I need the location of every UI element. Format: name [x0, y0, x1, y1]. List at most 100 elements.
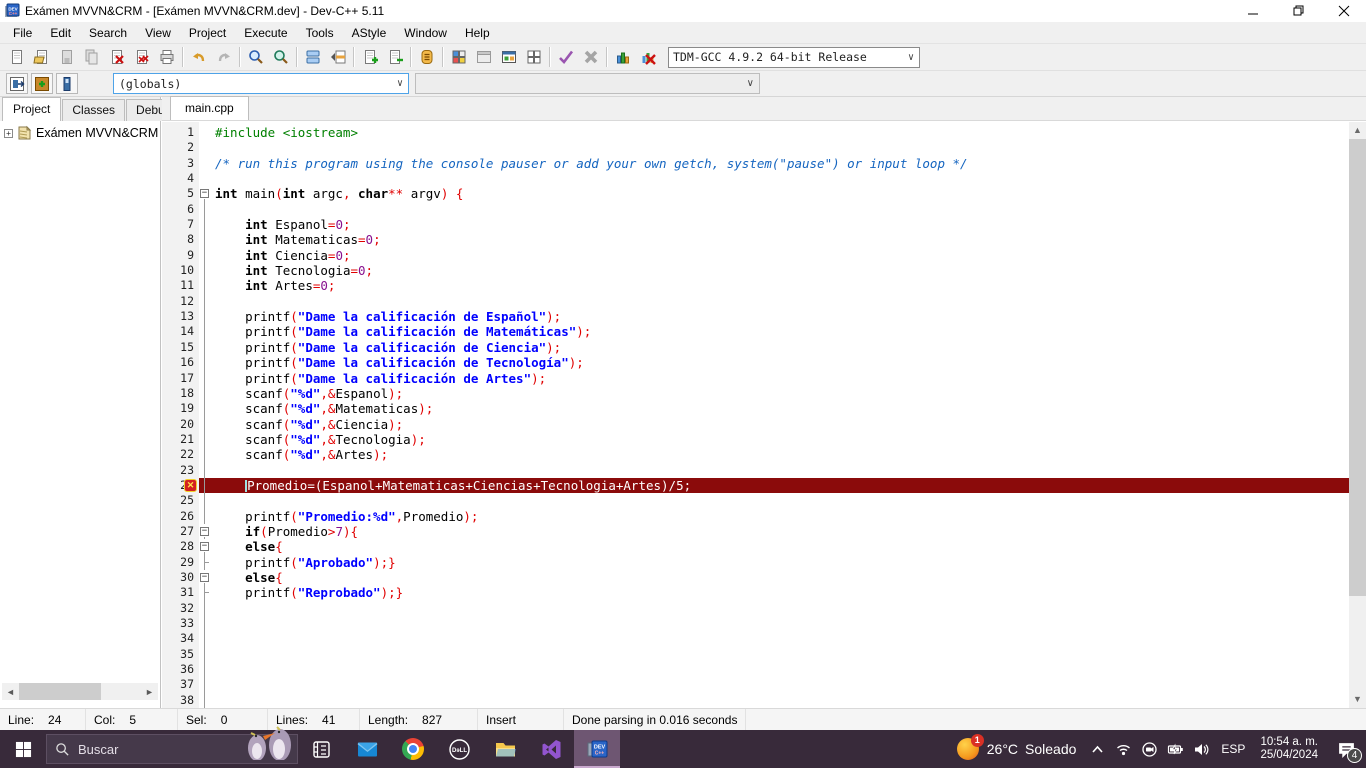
code-line[interactable]: 12 [162, 294, 1349, 309]
fold-toggle-icon[interactable]: − [199, 539, 212, 554]
taskbar-dell-button[interactable]: DɘLL [436, 730, 482, 768]
code-line[interactable]: 6 [162, 202, 1349, 217]
redo-icon[interactable] [211, 46, 236, 69]
code-line[interactable]: 9 int Ciencia=0; [162, 248, 1349, 263]
members-select[interactable]: ∨ [415, 73, 760, 94]
clock-widget[interactable]: 10:54 a. m. 25/04/2024 [1252, 736, 1326, 762]
code-line[interactable]: 23 [162, 463, 1349, 478]
scroll-left-icon[interactable]: ◄ [2, 687, 19, 697]
taskbar-dev-cpp-button[interactable]: DEVC++ [574, 730, 620, 768]
compile-run-icon[interactable] [496, 46, 521, 69]
code-line[interactable]: 10 int Tecnologia=0; [162, 263, 1349, 278]
fold-toggle-icon[interactable]: − [199, 186, 212, 201]
save-all-icon[interactable] [79, 46, 104, 69]
code-line[interactable]: 27− if(Promedio>7){ [162, 524, 1349, 539]
chevron-up-icon[interactable] [1084, 730, 1110, 768]
code-line-error[interactable]: 24✕ Promedio=(Espanol+Matematicas+Cienci… [162, 478, 1349, 493]
menu-edit[interactable]: Edit [41, 23, 80, 43]
menu-execute[interactable]: Execute [235, 23, 296, 43]
project-panel-hscrollbar[interactable]: ◄ ► [2, 683, 158, 700]
code-line[interactable]: 4 [162, 171, 1349, 186]
code-line[interactable]: 18 scanf("%d",&Espanol); [162, 386, 1349, 401]
goto-definition-icon[interactable] [31, 73, 53, 94]
battery-icon[interactable] [1162, 730, 1188, 768]
code-line[interactable]: 13 printf("Dame la calificación de Españ… [162, 309, 1349, 324]
hscroll-thumb[interactable] [19, 683, 101, 700]
abort-icon[interactable] [578, 46, 603, 69]
add-to-project-icon[interactable] [357, 46, 382, 69]
code-line[interactable]: 20 scanf("%d",&Ciencia); [162, 417, 1349, 432]
meet-now-icon[interactable] [1136, 730, 1162, 768]
vscroll-thumb[interactable] [1349, 139, 1366, 596]
code-line[interactable]: 33 [162, 616, 1349, 631]
code-line[interactable]: 31 printf("Reprobado");} [162, 585, 1349, 600]
compiler-select[interactable]: TDM-GCC 4.9.2 64-bit Release ∨ [668, 47, 920, 68]
code-line[interactable]: 17 printf("Dame la calificación de Artes… [162, 371, 1349, 386]
scroll-right-icon[interactable]: ► [141, 687, 158, 697]
goto-declaration-icon[interactable] [6, 73, 28, 94]
save-icon[interactable] [54, 46, 79, 69]
code-line[interactable]: 16 printf("Dame la calificación de Tecno… [162, 355, 1349, 370]
code-line[interactable]: 29 printf("Aprobado");} [162, 555, 1349, 570]
menu-project[interactable]: Project [180, 23, 235, 43]
view-units-icon[interactable] [325, 46, 350, 69]
run-icon[interactable] [471, 46, 496, 69]
minimize-button[interactable] [1231, 0, 1276, 22]
code-line[interactable]: 21 scanf("%d",&Tecnologia); [162, 432, 1349, 447]
notification-center-button[interactable]: 4 [1326, 730, 1366, 768]
close-all-icon[interactable] [129, 46, 154, 69]
print-icon[interactable] [154, 46, 179, 69]
taskbar-task-view-button[interactable] [298, 730, 344, 768]
menu-view[interactable]: View [136, 23, 180, 43]
menu-help[interactable]: Help [456, 23, 499, 43]
code-line[interactable]: 22 scanf("%d",&Artes); [162, 447, 1349, 462]
code-line[interactable]: 25 [162, 493, 1349, 508]
volume-icon[interactable] [1188, 730, 1214, 768]
project-properties-icon[interactable] [414, 46, 439, 69]
code-line[interactable]: 28− else{ [162, 539, 1349, 554]
code-line[interactable]: 32 [162, 601, 1349, 616]
taskbar-file-explorer-button[interactable] [482, 730, 528, 768]
code-line[interactable]: 26 printf("Promedio:%d",Promedio); [162, 509, 1349, 524]
syntax-check-icon[interactable] [553, 46, 578, 69]
menu-file[interactable]: File [4, 23, 41, 43]
code-editor[interactable]: 1#include <iostream>23/* run this progra… [162, 122, 1349, 708]
new-file-icon[interactable] [4, 46, 29, 69]
tab-project[interactable]: Project [2, 97, 61, 121]
code-line[interactable]: 14 printf("Dame la calificación de Matem… [162, 324, 1349, 339]
close-file-icon[interactable] [104, 46, 129, 69]
code-line[interactable]: 34 [162, 631, 1349, 646]
code-line[interactable]: 8 int Matematicas=0; [162, 232, 1349, 247]
find-icon[interactable] [243, 46, 268, 69]
code-line[interactable]: 2 [162, 140, 1349, 155]
code-line[interactable]: 38 [162, 693, 1349, 708]
profile-icon[interactable] [610, 46, 635, 69]
fold-toggle-icon[interactable]: − [199, 524, 212, 539]
replace-icon[interactable] [268, 46, 293, 69]
code-line[interactable]: 1#include <iostream> [162, 125, 1349, 140]
menu-search[interactable]: Search [80, 23, 136, 43]
compile-icon[interactable] [446, 46, 471, 69]
undo-icon[interactable] [186, 46, 211, 69]
menu-astyle[interactable]: AStyle [343, 23, 396, 43]
code-line[interactable]: 35 [162, 647, 1349, 662]
tree-expander-icon[interactable]: + [4, 129, 13, 138]
menu-window[interactable]: Window [395, 23, 456, 43]
tab-main-cpp[interactable]: main.cpp [170, 96, 249, 120]
restore-button[interactable] [1276, 0, 1321, 22]
taskbar-visual-studio-button[interactable] [528, 730, 574, 768]
goto-bookmark-icon[interactable] [56, 73, 78, 94]
scroll-up-icon[interactable]: ▲ [1349, 122, 1366, 139]
code-line[interactable]: 37 [162, 677, 1349, 692]
taskbar-mail-button[interactable] [344, 730, 390, 768]
code-line[interactable]: 11 int Artes=0; [162, 278, 1349, 293]
language-indicator[interactable]: ESP [1214, 742, 1252, 756]
wifi-icon[interactable] [1110, 730, 1136, 768]
code-line[interactable]: 7 int Espanol=0; [162, 217, 1349, 232]
editor-vscrollbar[interactable]: ▲ ▼ [1349, 122, 1366, 708]
fold-toggle-icon[interactable]: − [199, 570, 212, 585]
code-line[interactable]: 15 printf("Dame la calificación de Cienc… [162, 340, 1349, 355]
tab-classes[interactable]: Classes [62, 99, 125, 121]
code-line[interactable]: 36 [162, 662, 1349, 677]
weather-widget[interactable]: 1 26°C Soleado [949, 730, 1085, 768]
